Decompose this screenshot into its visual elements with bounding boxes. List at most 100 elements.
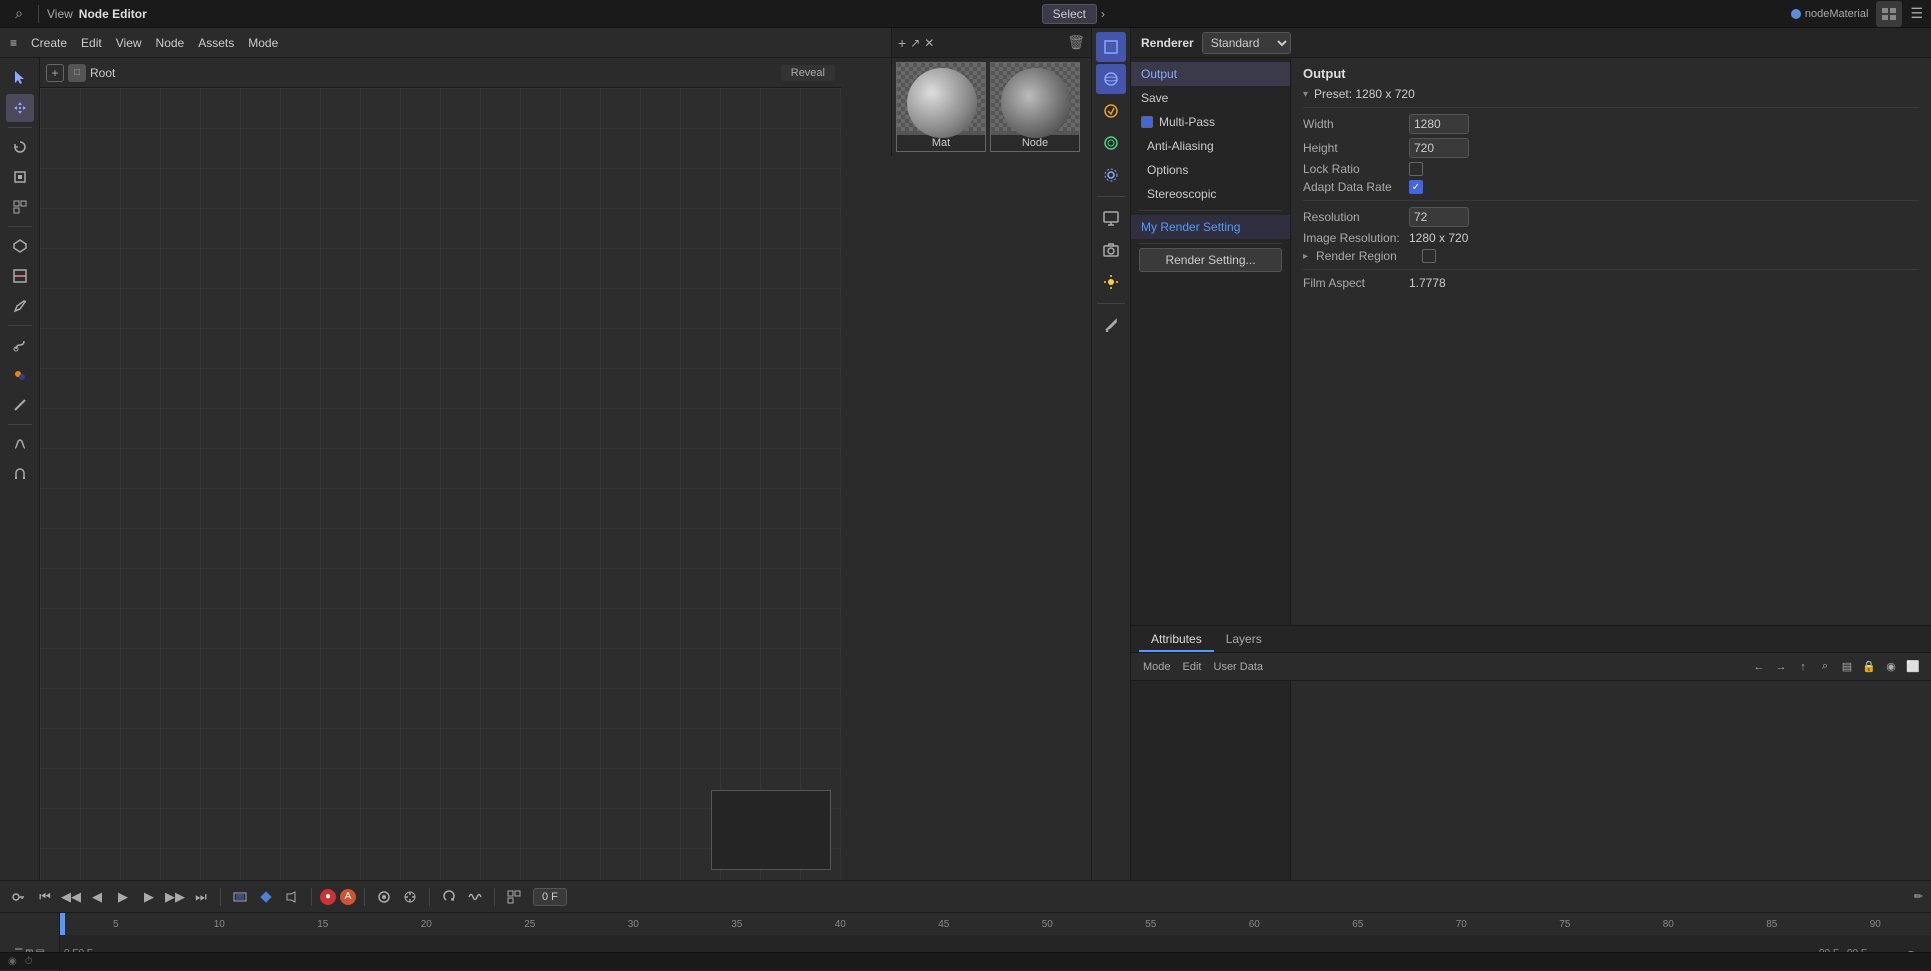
search-attr-icon[interactable]: ⌕ <box>1815 657 1835 677</box>
play-btn[interactable]: ▶ <box>112 886 134 908</box>
more-tools-icon[interactable] <box>503 886 525 908</box>
film-aspect-value: 1.7778 <box>1409 276 1446 290</box>
edge-tool-icon[interactable] <box>6 262 34 290</box>
record-btn[interactable]: ● <box>320 889 336 905</box>
render-region-expand-icon[interactable]: ▸ <box>1303 251 1308 262</box>
material-x-icon[interactable]: ✕ <box>924 36 934 50</box>
preset-chevron-icon[interactable]: ▾ <box>1303 89 1308 100</box>
move-tool-icon[interactable] <box>6 94 34 122</box>
camera-icon[interactable] <box>1096 235 1126 265</box>
render-cube-icon[interactable] <box>1096 32 1126 62</box>
skip-fwd-icon[interactable]: ⏭ <box>190 886 212 908</box>
display-icon[interactable] <box>1096 203 1126 233</box>
select-tool-icon[interactable] <box>6 64 34 92</box>
node-canvas[interactable] <box>40 88 841 880</box>
scale-tool-icon[interactable] <box>6 163 34 191</box>
material-arrow-icon[interactable]: ↗ <box>910 36 920 50</box>
timeline-edit-icon[interactable]: ✏ <box>1914 890 1923 903</box>
menu-edit[interactable]: Edit <box>75 34 108 52</box>
step-fwd-icon[interactable]: ▶ <box>138 886 160 908</box>
skip-back-icon[interactable]: ⏮ <box>34 886 56 908</box>
forward-icon[interactable]: → <box>1771 657 1791 677</box>
renderer-select[interactable]: Standard Physical ProRender <box>1202 32 1291 54</box>
select-button[interactable]: Select <box>1042 4 1097 24</box>
light-icon[interactable] <box>1096 267 1126 297</box>
rotate-tool-icon[interactable] <box>6 133 34 161</box>
edit-btn[interactable]: Edit <box>1179 660 1206 674</box>
nav-output[interactable]: Output <box>1131 62 1290 86</box>
wave-icon[interactable] <box>464 886 486 908</box>
nav-options[interactable]: Options <box>1131 158 1290 182</box>
menu-node[interactable]: Node <box>150 34 191 52</box>
fps-icon[interactable] <box>373 886 395 908</box>
material-icon[interactable] <box>1096 128 1126 158</box>
status-icon[interactable]: ◉ <box>8 956 17 967</box>
resolution-input[interactable] <box>1409 207 1469 227</box>
polygon-tool-icon[interactable] <box>6 232 34 260</box>
eye-icon[interactable]: ◉ <box>1881 657 1901 677</box>
menu-view[interactable]: View <box>110 34 148 52</box>
mode-btn[interactable]: Mode <box>1139 660 1175 674</box>
multi-pass-checkbox[interactable] <box>1141 116 1153 128</box>
render-setting-btn[interactable]: Render Setting... <box>1139 248 1282 272</box>
panel-icon[interactable] <box>1876 1 1902 27</box>
nav-divider <box>1139 210 1282 211</box>
hamburger-menu-icon[interactable]: ☰ <box>1910 5 1923 22</box>
object-icon[interactable] <box>1096 64 1126 94</box>
nav-multi-pass[interactable]: Multi-Pass <box>1131 110 1290 134</box>
up-icon[interactable]: ↑ <box>1793 657 1813 677</box>
render-left-nav: Output Save Multi-Pass Anti-Aliasing Opt… <box>1131 58 1291 970</box>
autokey-btn[interactable]: A <box>340 889 356 905</box>
menu-hamburger[interactable]: ≡ <box>4 34 23 52</box>
separator2 <box>8 226 32 227</box>
audio-icon[interactable] <box>281 886 303 908</box>
mat-thumbnail[interactable]: Mat <box>896 62 986 152</box>
node-minimap[interactable] <box>711 790 831 870</box>
key-icon[interactable] <box>8 886 30 908</box>
cycle-icon[interactable] <box>438 886 460 908</box>
next-key-icon[interactable]: ▶▶ <box>164 886 186 908</box>
step-back-icon[interactable]: ◀ <box>86 886 108 908</box>
expand-attr-icon[interactable]: ⬜ <box>1903 657 1923 677</box>
magnet-tool-icon[interactable] <box>6 460 34 488</box>
render-region-checkbox[interactable] <box>1422 249 1436 263</box>
tab-attributes[interactable]: Attributes <box>1139 628 1214 652</box>
transform-tool-icon[interactable] <box>6 193 34 221</box>
tl-divider3 <box>364 888 365 906</box>
range-icon[interactable] <box>229 886 251 908</box>
lock-ratio-checkbox[interactable] <box>1409 162 1423 176</box>
add-material-btn[interactable]: + <box>898 35 906 51</box>
width-input[interactable] <box>1409 114 1469 134</box>
chevron-right-icon[interactable]: › <box>1101 7 1105 21</box>
nav-save[interactable]: Save <box>1131 86 1290 110</box>
spline-tool-icon[interactable] <box>6 430 34 458</box>
draw-tool-icon[interactable] <box>6 292 34 320</box>
adapt-data-rate-checkbox[interactable]: ✓ <box>1409 180 1423 194</box>
lock-attr-icon[interactable]: 🔒 <box>1859 657 1879 677</box>
node-thumbnail[interactable]: Node <box>990 62 1080 152</box>
ruler-35: 35 <box>685 919 789 930</box>
material-trash-icon[interactable]: 🗑 <box>1067 34 1085 51</box>
snap-icon[interactable] <box>399 886 421 908</box>
keyframe-icon[interactable] <box>255 886 277 908</box>
my-render-setting[interactable]: My Render Setting <box>1131 215 1290 239</box>
user-data-btn[interactable]: User Data <box>1210 660 1268 674</box>
line-tool-icon[interactable] <box>6 391 34 419</box>
nav-anti-aliasing[interactable]: Anti-Aliasing <box>1131 134 1290 158</box>
menu-create[interactable]: Create <box>25 34 73 52</box>
back-icon[interactable]: ← <box>1749 657 1769 677</box>
tag-icon[interactable] <box>1096 96 1126 126</box>
settings-icon[interactable] <box>1096 160 1126 190</box>
height-input[interactable] <box>1409 138 1469 158</box>
search-icon[interactable]: ⌕ <box>8 3 30 25</box>
menu-mode[interactable]: Mode <box>242 34 284 52</box>
prev-key-icon[interactable]: ◀◀ <box>60 886 82 908</box>
brush-icon[interactable] <box>1096 310 1126 340</box>
paint-tool-icon[interactable] <box>6 331 34 359</box>
menu-assets[interactable]: Assets <box>192 34 240 52</box>
breadcrumb-plus-btn[interactable]: + <box>46 64 64 82</box>
tab-layers[interactable]: Layers <box>1214 628 1274 652</box>
filter-icon[interactable]: ▤ <box>1837 657 1857 677</box>
nav-stereoscopic[interactable]: Stereoscopic <box>1131 182 1290 206</box>
color-tool-icon[interactable] <box>6 361 34 389</box>
